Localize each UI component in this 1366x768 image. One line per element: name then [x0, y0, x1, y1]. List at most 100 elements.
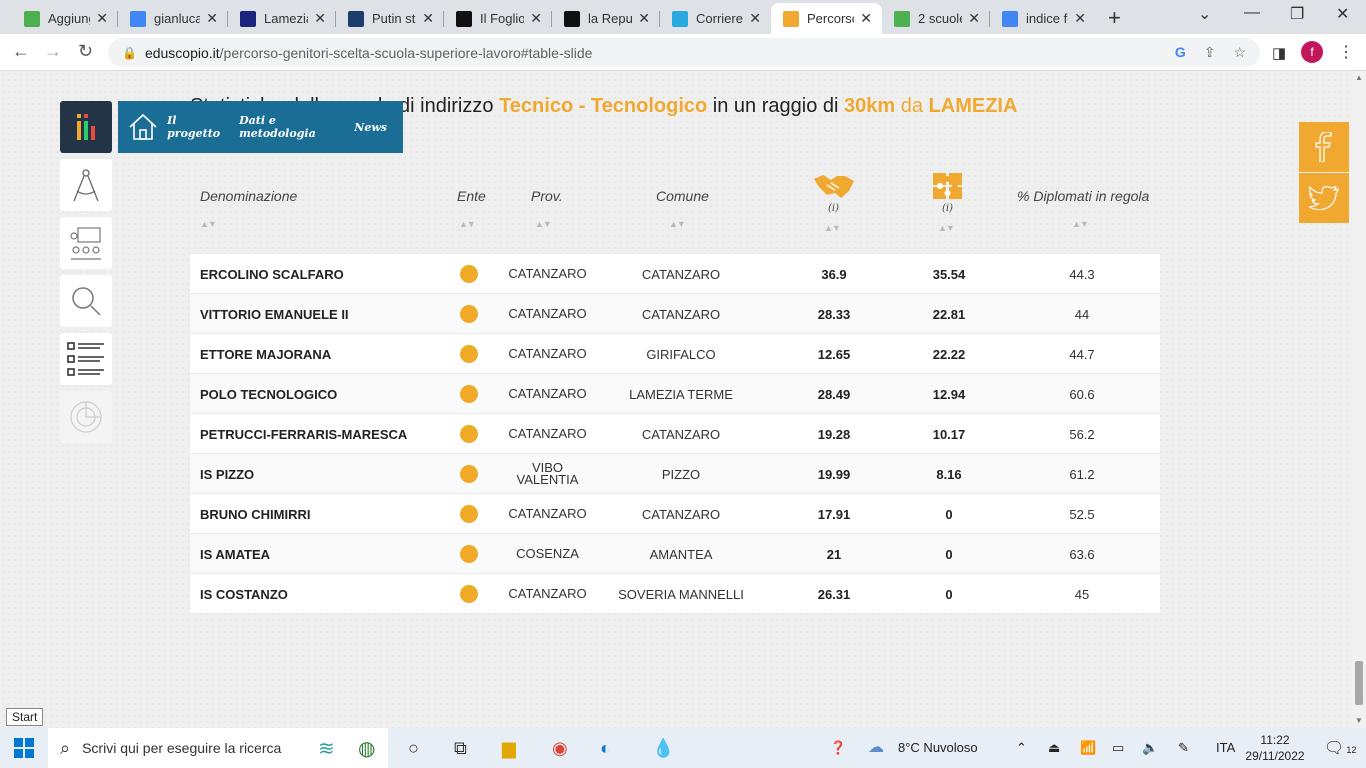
usb-icon[interactable]: ⏏ — [1048, 740, 1060, 756]
volume-icon[interactable]: 🔈 — [1142, 740, 1158, 756]
chrome-icon[interactable]: ◉ — [552, 738, 568, 759]
table-row[interactable]: PETRUCCI-FERRARIS-MARESCA CATANZARO CATANZ… — [190, 414, 1160, 454]
table-row[interactable]: IS AMATEA COSENZA AMANTEA 21 0 63.6 — [190, 534, 1160, 574]
sort-arrows-icon[interactable]: ▲▼ — [938, 223, 955, 233]
info-icon-2[interactable]: (i) — [942, 203, 953, 214]
lock-icon[interactable]: 🔒 — [122, 46, 137, 60]
table-row[interactable]: IS PIZZO VIBO VALENTIA PIZZO 19.99 8.16 61.2 — [190, 454, 1160, 494]
ente-dot-icon — [460, 254, 478, 294]
close-tab-icon[interactable]: ✕ — [749, 10, 761, 27]
table-row[interactable]: POLO TECNOLOGICO CATANZARO LAMEZIA TERME 28… — [190, 374, 1160, 414]
taskbar-search[interactable]: ⌕ Scrivi qui per eseguire la ricerca ≋ ◍ — [48, 728, 388, 768]
menu-kebab-icon[interactable]: ⋮ — [1338, 42, 1354, 62]
close-tab-icon[interactable]: ✕ — [530, 10, 542, 27]
tab-search-icon[interactable]: ⌄ — [1198, 4, 1211, 24]
weather-text[interactable]: 8°C Nuvoloso — [898, 740, 978, 755]
nav-link-progetto[interactable]: Il progetto — [167, 114, 223, 140]
sort-arrows-icon[interactable]: ▲▼ — [535, 219, 552, 229]
clock[interactable]: 11:22 29/11/2022 — [1240, 732, 1310, 764]
sidebar-logo-button[interactable] — [60, 101, 112, 153]
nav-link-news[interactable]: News — [354, 121, 387, 134]
home-icon[interactable] — [118, 113, 167, 141]
search-icon: ⌕ — [60, 737, 71, 758]
share-icon[interactable]: ⇪ — [1204, 44, 1216, 61]
google-lens-icon[interactable]: G — [1175, 44, 1186, 61]
puzzle-icon[interactable] — [931, 171, 965, 206]
tab-2[interactable]: Lamezia ✕ — [228, 3, 336, 34]
tab-1[interactable]: gianluca ✕ — [118, 3, 228, 34]
close-tab-icon[interactable]: ✕ — [638, 10, 650, 27]
close-tab-icon[interactable]: ✕ — [206, 10, 218, 27]
scrollbar-thumb[interactable] — [1355, 661, 1363, 705]
header-comune[interactable]: Comune — [656, 188, 709, 204]
tab-title: gianluca — [154, 11, 201, 26]
province: VIBO VALENTIA — [516, 460, 579, 487]
profile-avatar[interactable]: f — [1301, 41, 1323, 63]
tab-3[interactable]: Putin sta ✕ — [336, 3, 444, 34]
paint-icon[interactable]: 💧 — [652, 738, 674, 759]
task-view-icon[interactable]: ⧉ — [454, 738, 467, 759]
tab-8[interactable]: 2 scuole ✕ — [882, 3, 990, 34]
header-denominazione[interactable]: Denominazione — [200, 188, 297, 204]
header-diplomati[interactable]: % Diplomati in regola — [1017, 188, 1149, 204]
help-icon[interactable]: ❓ — [830, 740, 846, 756]
sort-arrows-icon[interactable]: ▲▼ — [824, 223, 841, 233]
tab-4[interactable]: Il Foglio ✕ — [444, 3, 552, 34]
forward-button[interactable]: → — [44, 41, 62, 62]
pen-icon[interactable]: ✎ — [1178, 740, 1189, 756]
nav-link-dati[interactable]: Dati e metodologia — [239, 114, 338, 140]
scrollbar[interactable]: ▲ ▼ — [1352, 71, 1366, 728]
wifi-icon[interactable]: 📶 — [1080, 740, 1096, 756]
restore-button[interactable]: ❐ — [1290, 4, 1304, 24]
task-view-circle-icon[interactable]: ○ — [408, 738, 419, 759]
file-explorer-icon[interactable]: ▆ — [502, 738, 516, 759]
battery-icon[interactable]: ▭ — [1112, 740, 1124, 756]
table-row[interactable]: ERCOLINO SCALFARO CATANZARO CATANZARO 36.9 3… — [190, 254, 1160, 294]
back-button[interactable]: ← — [12, 41, 30, 62]
classroom-icon[interactable] — [60, 217, 112, 269]
header-ente[interactable]: Ente — [457, 188, 486, 204]
info-icon-1[interactable]: (i) — [828, 203, 839, 214]
edge-icon[interactable]: ◐ — [600, 738, 611, 759]
sort-arrows-icon[interactable]: ▲▼ — [1072, 219, 1089, 229]
facebook-share-button[interactable] — [1299, 122, 1349, 172]
twitter-share-button[interactable] — [1299, 173, 1349, 223]
sort-arrows-icon[interactable]: ▲▼ — [459, 219, 476, 229]
minimize-button[interactable]: — — [1244, 4, 1260, 22]
compass-icon[interactable] — [60, 159, 112, 211]
table-row[interactable]: BRUNO CHIMIRRI CATANZARO CATANZARO 17.91 0 52… — [190, 494, 1160, 534]
bookmark-star-icon[interactable]: ☆ — [1233, 44, 1246, 61]
header-prov[interactable]: Prov. — [531, 188, 563, 204]
tab-0[interactable]: Aggiung ✕ — [12, 3, 118, 34]
list-icon[interactable] — [60, 333, 112, 385]
sort-arrows-icon[interactable]: ▲▼ — [669, 219, 686, 229]
windows-start-icon[interactable] — [14, 738, 34, 763]
close-tab-icon[interactable]: ✕ — [96, 10, 108, 27]
chevron-up-icon[interactable]: ⌃ — [1016, 740, 1027, 756]
close-window-button[interactable]: ✕ — [1336, 4, 1349, 24]
reload-button[interactable]: ↻ — [78, 41, 93, 62]
tab-7[interactable]: Percorsc ✕ — [771, 3, 882, 34]
url-input[interactable]: 🔒 eduscopio.it/percorso-genitori-scelta-… — [108, 38, 1260, 67]
tab-5[interactable]: la Repub ✕ — [552, 3, 660, 34]
language-indicator[interactable]: ITA — [1216, 740, 1235, 755]
search-icon[interactable] — [60, 275, 112, 327]
close-tab-icon[interactable]: ✕ — [860, 10, 872, 27]
tab-9[interactable]: indice fg ✕ — [990, 3, 1096, 34]
table-row[interactable]: ETTORE MAJORANA CATANZARO GIRIFALCO 12.65 22… — [190, 334, 1160, 374]
new-tab-button[interactable]: + — [1108, 5, 1121, 31]
table-row[interactable]: VITTORIO EMANUELE II CATANZARO CATANZARO 28… — [190, 294, 1160, 334]
close-tab-icon[interactable]: ✕ — [422, 10, 434, 27]
close-tab-icon[interactable]: ✕ — [1074, 10, 1086, 27]
pie-chart-icon[interactable] — [60, 391, 112, 443]
index-2-value: 22.81 — [932, 306, 966, 322]
tab-6[interactable]: Corriere ✕ — [660, 3, 771, 34]
handshake-icon[interactable] — [813, 171, 855, 206]
notifications-icon[interactable]: 🗨 12 — [1324, 738, 1356, 758]
close-tab-icon[interactable]: ✕ — [968, 10, 980, 27]
sort-arrows-icon[interactable]: ▲▼ — [200, 219, 217, 229]
table-row[interactable]: IS COSTANZO CATANZARO SOVERIA MANNELLI 26.3… — [190, 574, 1160, 614]
school-name: ETTORE MAJORANA — [200, 346, 332, 362]
close-tab-icon[interactable]: ✕ — [314, 10, 326, 27]
side-panel-icon[interactable]: ◨ — [1272, 44, 1286, 62]
